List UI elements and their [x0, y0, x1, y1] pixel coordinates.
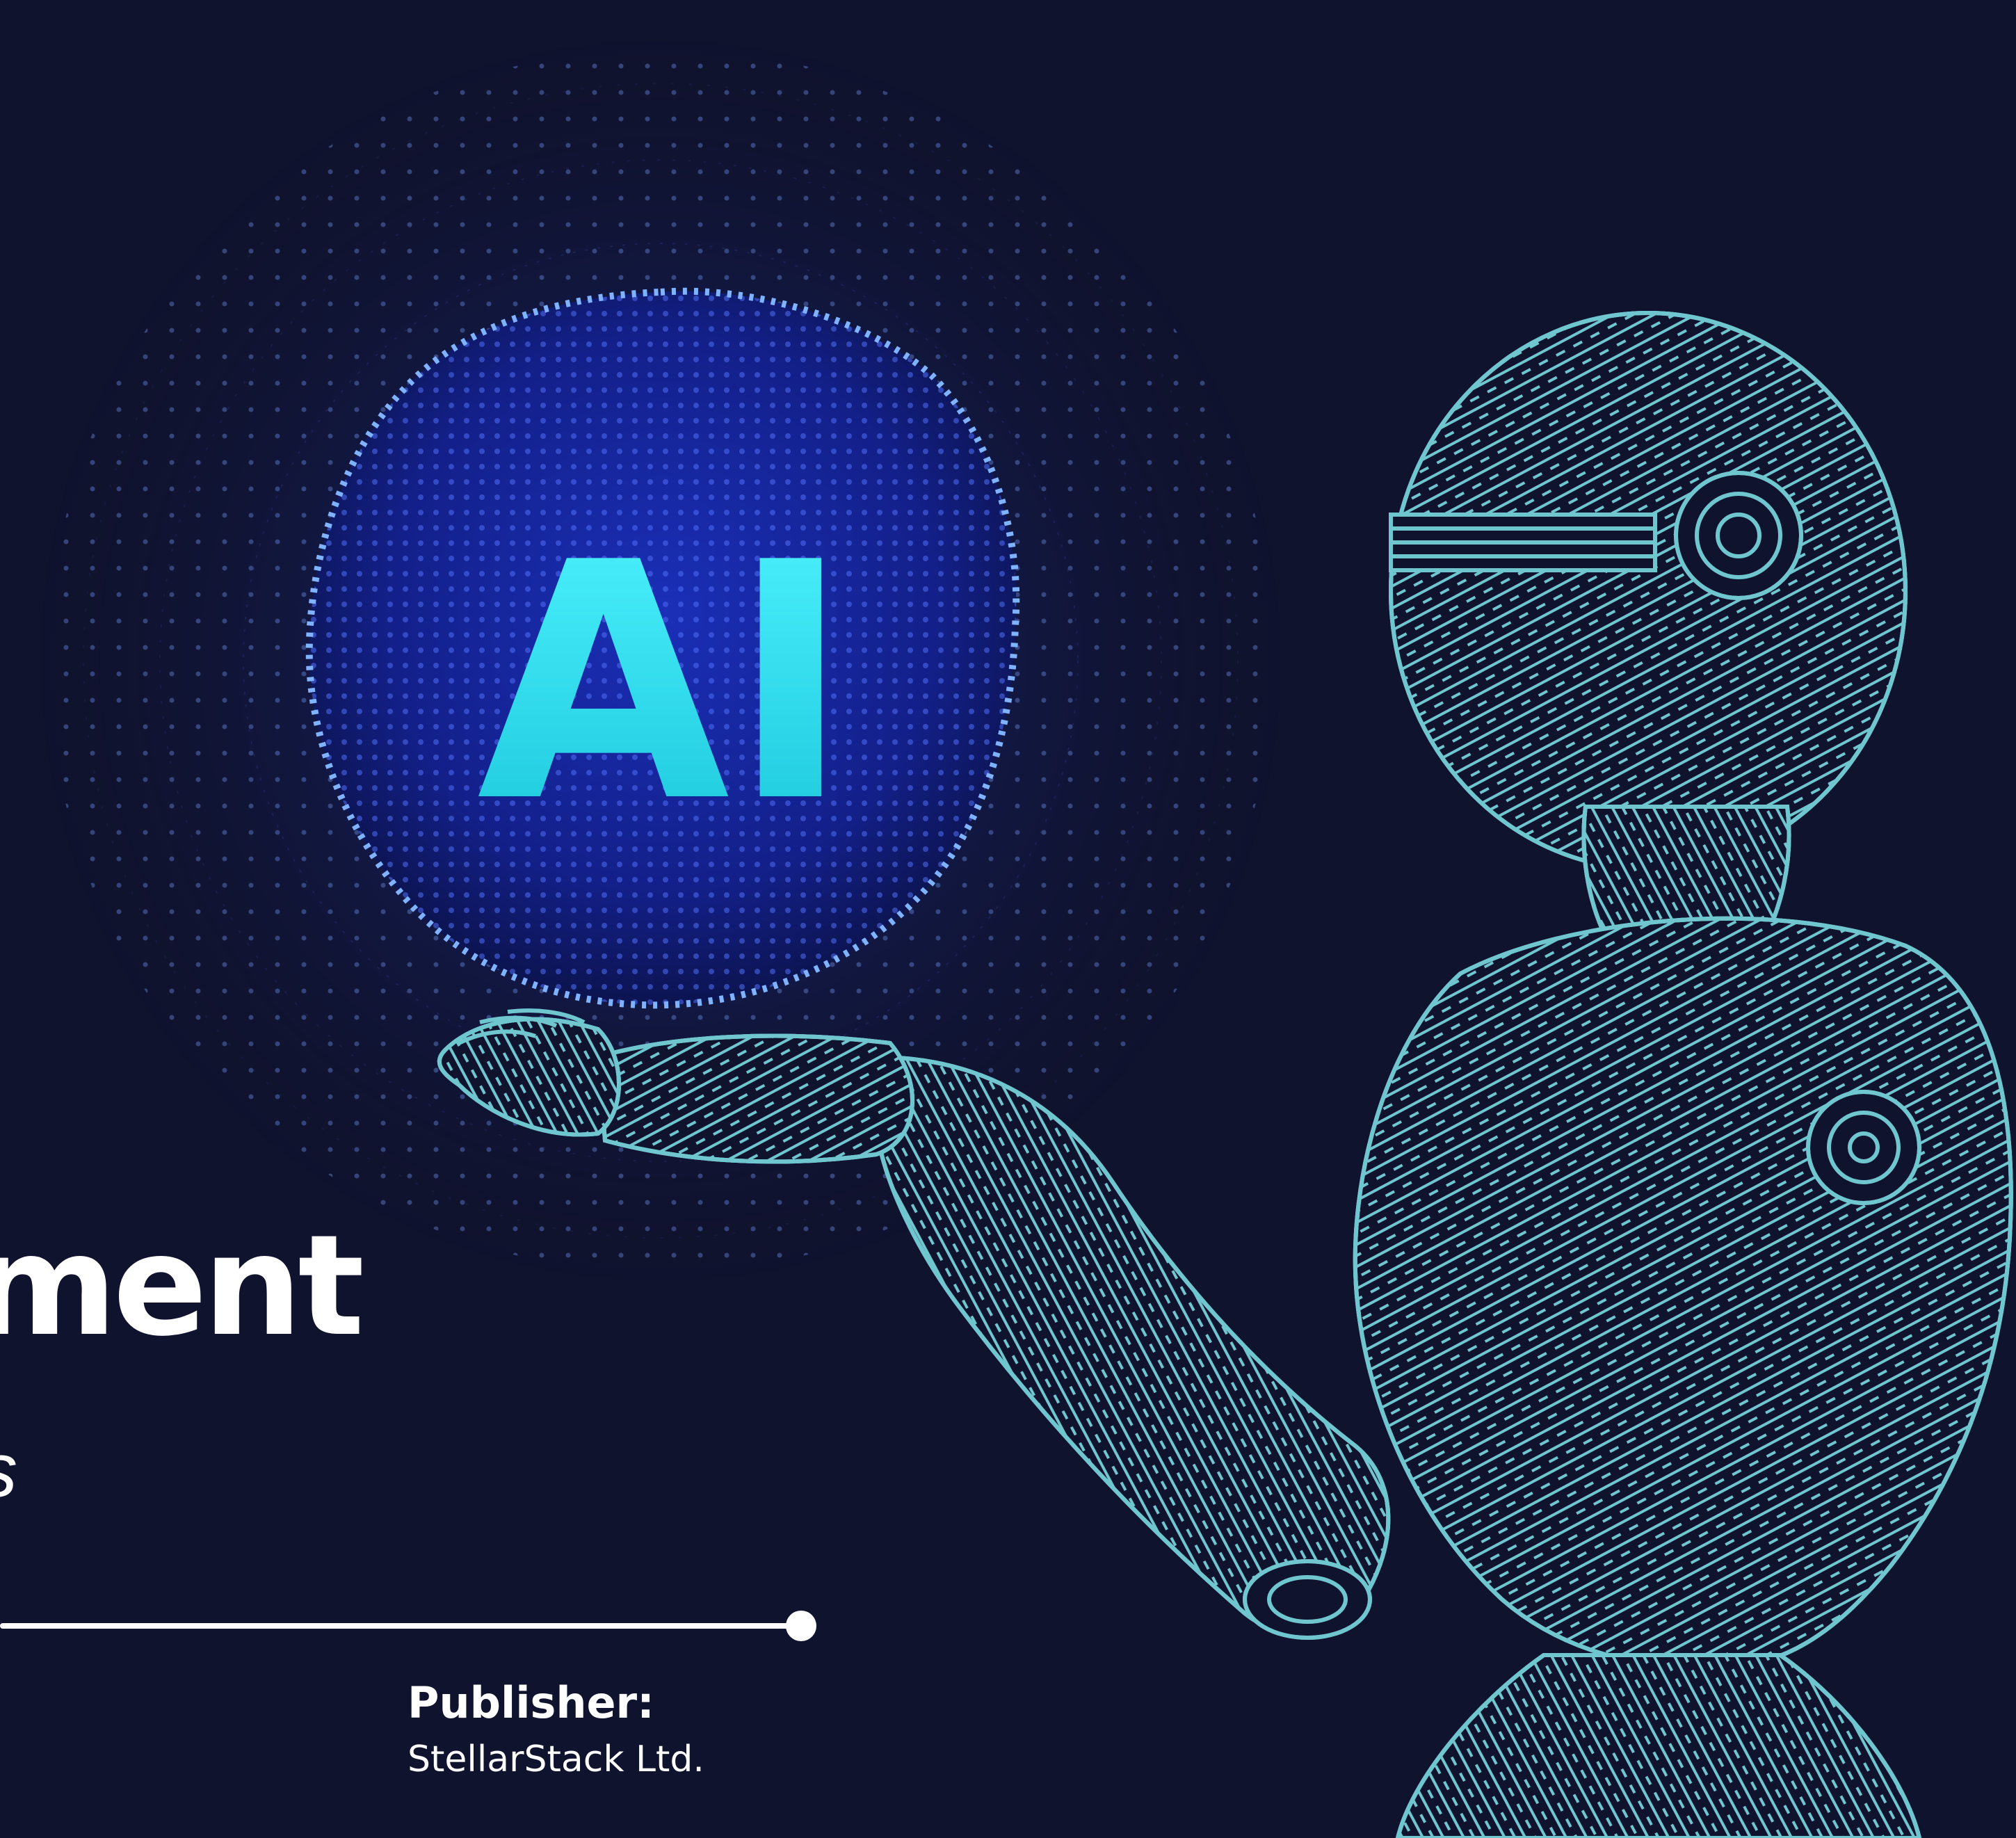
divider-line [0, 1623, 800, 1629]
publisher-label: Publisher: [408, 1677, 654, 1728]
cover-illustration: AI [35, 35, 2013, 1838]
divider-dot [786, 1611, 816, 1641]
cover-title: ment [0, 1205, 364, 1367]
book-cover: AI ment s Publisher: StellarStack Ltd. [0, 0, 2016, 1838]
cover-subtitle: s [0, 1433, 17, 1509]
publisher-name: StellarStack Ltd. [408, 1739, 704, 1780]
sphere-label: AI [477, 493, 852, 873]
